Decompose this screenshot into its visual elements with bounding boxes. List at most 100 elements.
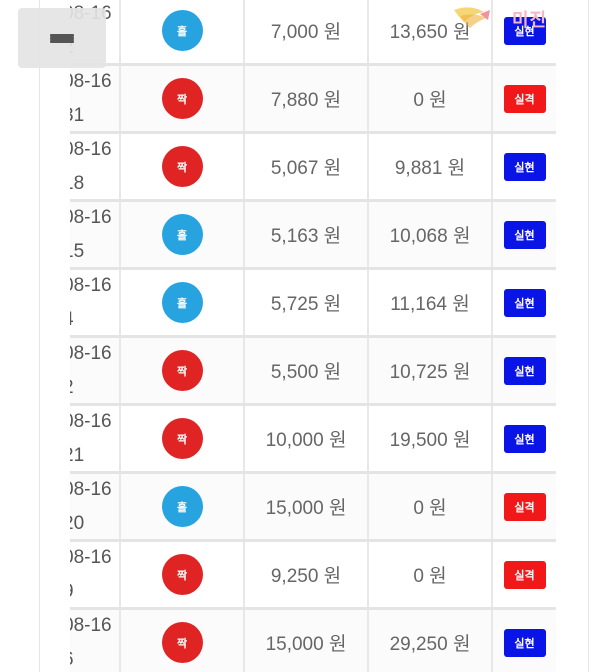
win-amount: 10,068 원 bbox=[389, 226, 471, 247]
menu-button[interactable] bbox=[18, 8, 106, 68]
bet-amount-cell: 15,000 원 bbox=[245, 610, 369, 672]
win-amount: 11,164 원 bbox=[390, 294, 470, 315]
result-cell: 실현 bbox=[493, 270, 556, 335]
win-amount: 0 원 bbox=[413, 498, 447, 519]
table-row: 08-16 15 홀 5,163 원 10,068 원 실현 bbox=[70, 202, 556, 270]
bet-amount: 9,250 원 bbox=[270, 566, 342, 587]
win-amount: 19,500 원 bbox=[389, 430, 471, 451]
result-cell: 실현 bbox=[493, 134, 556, 199]
bet-amount-cell: 5,163 원 bbox=[245, 202, 369, 267]
result-badge[interactable]: 실현 bbox=[503, 288, 546, 317]
table-row: 08-16 9 짝 9,250 원 0 원 실격 bbox=[70, 542, 556, 610]
bet-amount: 15,000 원 bbox=[265, 498, 347, 519]
logo-wings-icon bbox=[454, 7, 490, 28]
date-cell: 08-16 20 bbox=[70, 474, 121, 539]
pick-cell: 짝 bbox=[121, 66, 245, 131]
pick-badge: 홀 bbox=[161, 10, 203, 51]
logo-text: 미진 bbox=[512, 10, 548, 31]
pick-badge: 홀 bbox=[161, 282, 203, 323]
table-row: 08-16 21 짝 10,000 원 19,500 원 실현 bbox=[70, 406, 556, 474]
win-amount-cell: 10,725 원 bbox=[369, 338, 493, 403]
result-badge[interactable]: 실현 bbox=[503, 628, 546, 657]
bet-amount: 5,067 원 bbox=[270, 158, 342, 179]
result-cell: 실현 bbox=[493, 202, 556, 267]
bet-amount-cell: 7,880 원 bbox=[245, 66, 369, 131]
result-badge[interactable]: 실현 bbox=[503, 152, 546, 181]
win-amount-cell: 10,068 원 bbox=[369, 202, 493, 267]
date-text: 08-16 31 bbox=[70, 70, 112, 126]
pick-cell: 짝 bbox=[121, 406, 245, 471]
date-text: 08-16 18 bbox=[70, 138, 112, 194]
bet-amount: 5,725 원 bbox=[270, 294, 342, 315]
bet-history-table: 08-16 2홀7,000 원13,650 원실현08-16 31짝7,880 … bbox=[70, 0, 556, 672]
pick-badge: 짝 bbox=[161, 350, 203, 391]
pick-cell: 짝 bbox=[121, 134, 245, 199]
result-badge[interactable]: 실현 bbox=[503, 356, 546, 385]
win-amount-cell: 0 원 bbox=[369, 474, 493, 539]
pick-badge: 짝 bbox=[161, 78, 203, 119]
date-cell: 08-16 21 bbox=[70, 406, 121, 471]
date-text: 08-16 20 bbox=[70, 478, 112, 534]
table-row: 08-16 18 짝 5,067 원 9,881 원 실현 bbox=[70, 134, 556, 202]
date-text: 08-16 9 bbox=[70, 546, 112, 602]
win-amount-cell: 0 원 bbox=[369, 66, 493, 131]
result-badge[interactable]: 실격 bbox=[503, 84, 546, 113]
result-cell: 실현 bbox=[493, 406, 556, 471]
bet-amount: 7,880 원 bbox=[270, 90, 342, 111]
date-cell: 08-16 2 bbox=[70, 338, 121, 403]
bet-amount: 10,000 원 bbox=[265, 430, 347, 451]
date-text: 08-16 2 bbox=[70, 342, 112, 398]
win-amount: 9,881 원 bbox=[394, 158, 466, 179]
date-text: 08-16 4 bbox=[70, 274, 112, 330]
bet-amount-cell: 5,725 원 bbox=[245, 270, 369, 335]
win-amount-cell: 11,164 원 bbox=[369, 270, 493, 335]
win-amount: 0 원 bbox=[413, 90, 447, 111]
result-badge[interactable]: 실격 bbox=[503, 560, 546, 589]
result-badge[interactable]: 실현 bbox=[503, 220, 546, 249]
date-cell: 08-16 15 bbox=[70, 202, 121, 267]
win-amount-cell: 0 원 bbox=[369, 542, 493, 607]
win-amount: 29,250 원 bbox=[389, 634, 471, 655]
bet-amount-cell: 5,067 원 bbox=[245, 134, 369, 199]
pick-badge: 짝 bbox=[161, 622, 203, 663]
result-badge[interactable]: 실현 bbox=[503, 424, 546, 453]
site-logo[interactable]: 미진 bbox=[450, 0, 600, 36]
table-row: 08-16 31 짝 7,880 원 0 원 실격 bbox=[70, 66, 556, 134]
pick-cell: 짝 bbox=[121, 338, 245, 403]
win-amount-cell: 9,881 원 bbox=[369, 134, 493, 199]
pick-badge: 짝 bbox=[161, 418, 203, 459]
bet-amount: 5,163 원 bbox=[270, 226, 342, 247]
pick-badge: 짝 bbox=[161, 146, 203, 187]
date-text: 08-16 21 bbox=[70, 410, 112, 466]
pick-badge: 홀 bbox=[161, 486, 203, 527]
table-row: 08-16 20 홀 15,000 원 0 원 실격 bbox=[70, 474, 556, 542]
win-amount: 0 원 bbox=[413, 566, 447, 587]
win-amount-cell: 29,250 원 bbox=[369, 610, 493, 672]
date-cell: 08-16 31 bbox=[70, 66, 121, 131]
result-cell: 실현 bbox=[493, 338, 556, 403]
table-row: 08-16 4 홀 5,725 원 11,164 원 실현 bbox=[70, 270, 556, 338]
bet-amount-cell: 15,000 원 bbox=[245, 474, 369, 539]
pick-cell: 짝 bbox=[121, 542, 245, 607]
result-badge[interactable]: 실격 bbox=[503, 492, 546, 521]
bet-amount-cell: 5,500 원 bbox=[245, 338, 369, 403]
win-amount: 10,725 원 bbox=[389, 362, 471, 383]
date-cell: 08-16 18 bbox=[70, 134, 121, 199]
win-amount-cell: 19,500 원 bbox=[369, 406, 493, 471]
pick-badge: 짝 bbox=[161, 554, 203, 595]
bet-amount: 7,000 원 bbox=[270, 22, 342, 43]
bet-amount-cell: 9,250 원 bbox=[245, 542, 369, 607]
pick-cell: 홀 bbox=[121, 202, 245, 267]
table-row: 08-16 2 짝 5,500 원 10,725 원 실현 bbox=[70, 338, 556, 406]
result-cell: 실격 bbox=[493, 542, 556, 607]
bet-amount-cell: 7,000 원 bbox=[245, 0, 369, 63]
result-cell: 실현 bbox=[493, 610, 556, 672]
hamburger-menu-icon bbox=[50, 33, 74, 43]
result-cell: 실격 bbox=[493, 474, 556, 539]
date-text: 08-16 6 bbox=[70, 614, 112, 670]
pick-cell: 홀 bbox=[121, 474, 245, 539]
date-cell: 08-16 6 bbox=[70, 610, 121, 672]
pick-cell: 홀 bbox=[121, 270, 245, 335]
date-cell: 08-16 4 bbox=[70, 270, 121, 335]
bet-amount: 15,000 원 bbox=[265, 634, 347, 655]
